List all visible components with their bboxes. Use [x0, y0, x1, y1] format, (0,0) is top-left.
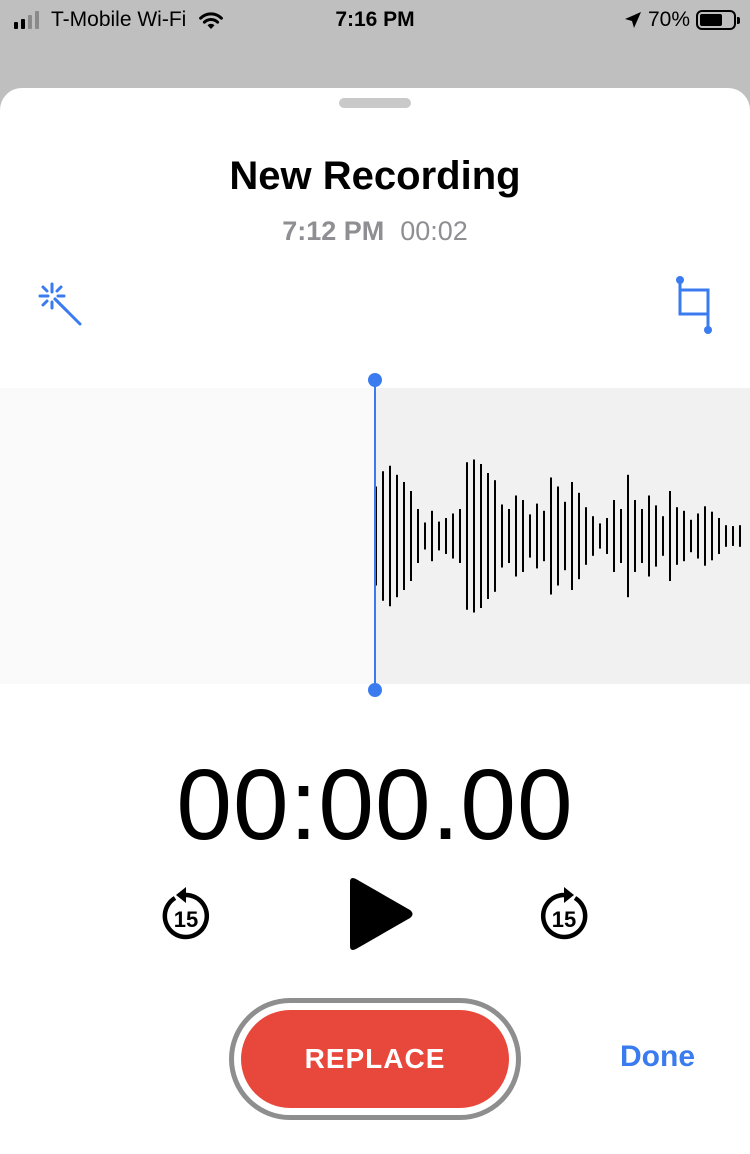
playhead-bottom-handle[interactable] [368, 683, 382, 697]
battery-fill [700, 14, 723, 26]
status-bar: T-Mobile Wi-Fi 7:16 PM 70% [0, 0, 750, 40]
sheet-grabber[interactable] [339, 98, 411, 108]
battery-icon [696, 10, 740, 30]
skip-forward-label: 15 [552, 907, 576, 932]
voice-memos-screen: T-Mobile Wi-Fi 7:16 PM 70% New Recording… [0, 0, 750, 1154]
battery-percent: 70% [647, 8, 690, 31]
crop-trim-icon[interactable] [668, 274, 718, 336]
location-arrow-icon [624, 12, 641, 28]
recording-meta: 7:12 PM 00:02 [0, 216, 750, 247]
recording-duration: 00:02 [400, 216, 468, 246]
recording-title[interactable]: New Recording [0, 154, 750, 199]
play-icon[interactable] [340, 874, 416, 954]
playback-timer: 00:00.00 [176, 749, 574, 861]
replace-button[interactable]: REPLACE [241, 1010, 509, 1108]
skip-back-label: 15 [174, 907, 198, 932]
done-button[interactable]: Done [620, 1040, 695, 1074]
recording-time: 7:12 PM [282, 216, 385, 246]
skip-forward-15-icon[interactable]: 15 [536, 884, 592, 944]
status-right: 70% [624, 8, 740, 32]
skip-back-15-icon[interactable]: 15 [158, 884, 214, 944]
playhead[interactable] [374, 380, 376, 690]
playhead-top-handle[interactable] [368, 373, 382, 387]
waveform-editor[interactable] [0, 358, 750, 697]
replace-button-ring[interactable]: REPLACE [229, 998, 521, 1120]
magic-wand-icon[interactable] [34, 278, 86, 330]
recording-sheet: New Recording 7:12 PM 00:02 00:00.00 15 … [0, 88, 750, 1154]
